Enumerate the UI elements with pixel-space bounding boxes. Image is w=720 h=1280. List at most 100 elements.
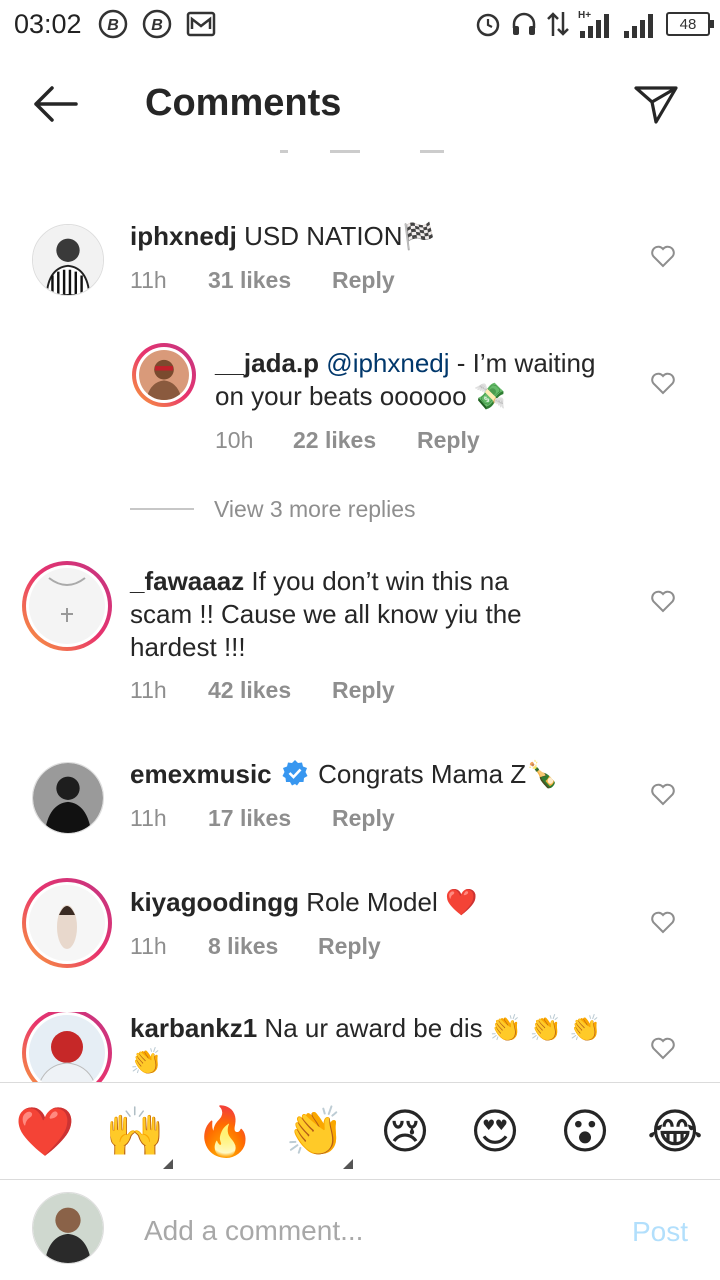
emoji-reaction-bar: ❤️ 🙌 🔥 👏 😢 😍 😮 😂 (0, 1082, 720, 1180)
comment-username[interactable]: karbankz1 (130, 1013, 257, 1043)
page-title: Comments (145, 82, 342, 124)
comment-likes[interactable]: 17 likes (208, 805, 332, 832)
like-heart-icon[interactable] (650, 782, 676, 806)
avatar-image (33, 763, 103, 833)
crying-emoji-button[interactable]: 😢 (373, 1101, 437, 1165)
reply-button[interactable]: Reply (332, 805, 395, 832)
clapping-emoji: 👏 (285, 1106, 345, 1159)
mention-link[interactable]: @iphxnedj (326, 348, 449, 378)
comment-username[interactable]: _fawaaaz (130, 566, 244, 596)
avatar-image (33, 225, 103, 295)
comment-item: _fawaaaz If you don’t win this na scam !… (0, 561, 720, 715)
flag-emoji: 🏁 (402, 221, 435, 251)
comment-time: 11h (130, 267, 167, 293)
like-heart-icon[interactable] (650, 1036, 676, 1060)
status-icons: H+ 48 (474, 8, 714, 40)
comment-message: USD NATION (244, 221, 403, 251)
comment-likes[interactable]: 22 likes (293, 427, 417, 454)
skin-tone-indicator-icon (163, 1159, 173, 1169)
avatar[interactable] (132, 343, 196, 407)
signal-h-plus-icon: H+ (578, 10, 609, 38)
reply-item: __jada.p @iphxnedj - I’m waiting on your… (0, 343, 720, 457)
view-more-label[interactable]: View 3 more replies (214, 496, 416, 523)
raised-hands-emoji: 🙌 (105, 1106, 165, 1159)
mail-icon (186, 11, 216, 37)
battery-level: 48 (679, 15, 697, 33)
like-heart-icon[interactable] (650, 589, 676, 613)
verified-badge-icon (282, 760, 308, 786)
view-more-replies[interactable]: View 3 more replies (130, 495, 416, 523)
reply-button[interactable]: Reply (332, 677, 395, 704)
skin-tone-indicator-icon (343, 1159, 353, 1169)
comment-meta: 11h 42 likes Reply (130, 677, 395, 704)
avatar-image (29, 885, 105, 961)
fire-emoji-button[interactable]: 🔥 (193, 1101, 257, 1165)
data-transfer-icon (547, 12, 569, 36)
comment-text: karbankz1 Na ur award be dis 👏 👏 👏 👏 (130, 1012, 610, 1078)
back-arrow-icon[interactable] (30, 82, 80, 126)
avatar[interactable] (22, 561, 112, 651)
surprised-emoji-button[interactable]: 😮 (553, 1101, 617, 1165)
clapping-emoji-button[interactable]: 👏 (283, 1101, 353, 1169)
money-emoji: 💸 (473, 381, 507, 411)
comment-text: emexmusic Congrats Mama Z🍾 (130, 758, 610, 791)
comment-username[interactable]: kiyagoodingg (130, 887, 299, 917)
comment-time: 11h (130, 933, 167, 959)
raised-hands-emoji-button[interactable]: 🙌 (103, 1101, 173, 1169)
b-notification-icon: B (98, 9, 128, 39)
battery-icon: 48 (666, 12, 714, 36)
comment-meta: 11h 8 likes Reply (130, 933, 381, 960)
comment-username[interactable]: emexmusic (130, 759, 272, 789)
like-heart-icon[interactable] (650, 244, 676, 268)
red-heart-emoji: ❤️ (444, 887, 478, 917)
comment-meta: 11h 17 likes Reply (130, 805, 395, 832)
post-button[interactable]: Post (632, 1216, 688, 1248)
current-user-avatar (32, 1192, 104, 1264)
status-time: 03:02 (14, 9, 82, 39)
comment-meta: 11h 31 likes Reply (130, 267, 395, 294)
comment-item: karbankz1 Na ur award be dis 👏 👏 👏 👏 (0, 1012, 720, 1082)
send-icon[interactable] (632, 80, 680, 128)
reply-button[interactable]: Reply (318, 933, 381, 960)
laughing-emoji-button[interactable]: 😂 (643, 1101, 707, 1165)
avatar[interactable] (22, 878, 112, 968)
alarm-icon (476, 13, 500, 37)
avatar-image (139, 350, 189, 400)
avatar[interactable] (32, 224, 104, 296)
comment-text: __jada.p @iphxnedj - I’m waiting on your… (215, 347, 625, 413)
comment-likes[interactable]: 42 likes (208, 677, 332, 704)
comment-time: 11h (130, 677, 167, 703)
headphones-icon (512, 12, 536, 35)
header: Comments (0, 62, 720, 146)
avatar-image (33, 1193, 103, 1263)
avatar-image (29, 568, 105, 644)
comment-username[interactable]: __jada.p (215, 348, 319, 378)
comment-likes[interactable]: 31 likes (208, 267, 332, 294)
comment-input[interactable] (144, 1212, 584, 1250)
reply-button[interactable]: Reply (417, 427, 480, 454)
like-heart-icon[interactable] (650, 371, 676, 395)
comment-meta: 10h 22 likes Reply (215, 427, 480, 454)
comment-item: kiyagoodingg Role Model ❤️ 11h 8 likes R… (0, 878, 720, 976)
avatar[interactable] (32, 762, 104, 834)
svg-text:B: B (151, 17, 163, 34)
clipped-previous-row (0, 140, 720, 162)
heart-emoji-button[interactable]: ❤️ (13, 1101, 77, 1165)
comment-message: Congrats Mama Z (318, 759, 527, 789)
heart-eyes-emoji-button[interactable]: 😍 (463, 1101, 527, 1165)
comment-composer: Post (0, 1182, 720, 1280)
comment-username[interactable]: iphxnedj (130, 221, 237, 251)
comment-text: iphxnedj USD NATION🏁 (130, 220, 610, 253)
avatar-image (29, 1015, 105, 1082)
svg-text:H+: H+ (578, 10, 591, 21)
status-bar: 03:02 B B H+ 48 (0, 0, 720, 50)
comment-time: 11h (130, 805, 167, 831)
champagne-emoji: 🍾 (526, 759, 559, 789)
svg-text:B: B (107, 17, 119, 34)
reply-button[interactable]: Reply (332, 267, 395, 294)
like-heart-icon[interactable] (650, 910, 676, 934)
comment-likes[interactable]: 8 likes (208, 933, 318, 960)
comment-text: kiyagoodingg Role Model ❤️ (130, 886, 610, 919)
avatar[interactable] (22, 1012, 112, 1082)
comment-item: emexmusic Congrats Mama Z🍾 11h 17 likes … (0, 758, 720, 848)
